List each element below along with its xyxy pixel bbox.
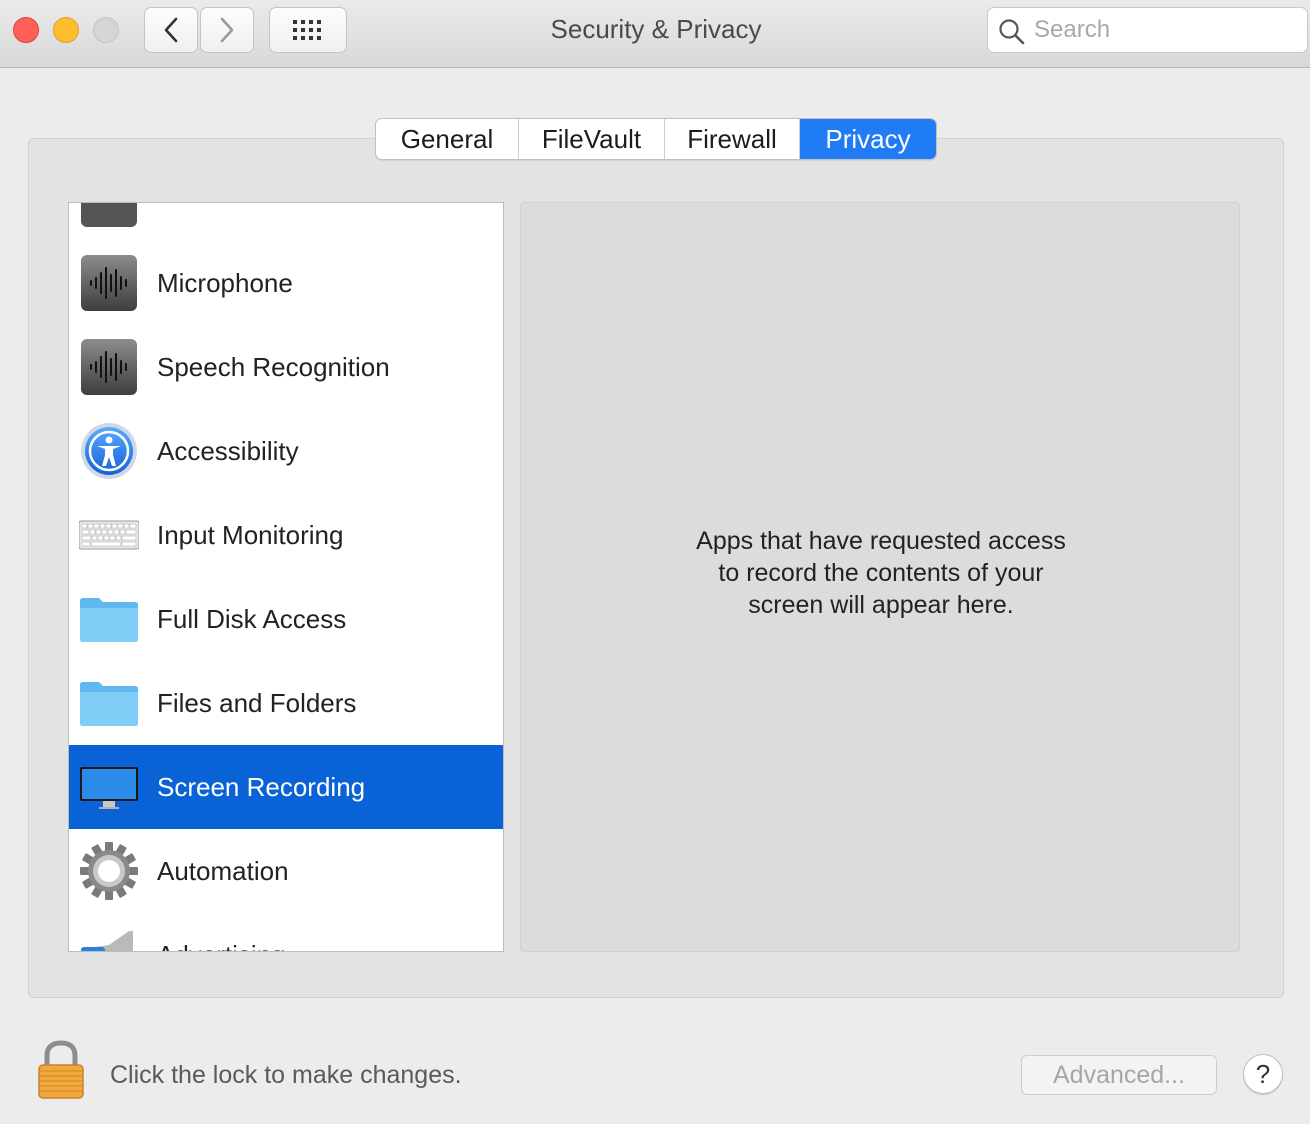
list-item-label: Accessibility (157, 436, 299, 466)
forward-button[interactable] (200, 7, 254, 53)
tab-general[interactable]: General (376, 119, 519, 159)
list-item-automation[interactable]: Automation (69, 829, 503, 913)
app-list-area: Apps that have requested access to recor… (520, 202, 1240, 952)
megaphone-icon (81, 931, 133, 951)
accessibility-icon (81, 423, 137, 479)
microphone-waveform-icon (81, 255, 137, 311)
show-all-button[interactable] (269, 7, 347, 53)
zoom-button[interactable] (93, 17, 119, 43)
keyboard-icon (79, 520, 139, 550)
help-button[interactable]: ? (1243, 1054, 1283, 1094)
close-button[interactable] (13, 17, 39, 43)
list-item-label: Microphone (157, 268, 293, 298)
tab-bar: General FileVault Firewall Privacy (375, 118, 937, 160)
list-item-microphone[interactable]: Microphone (69, 241, 503, 325)
list-item-accessibility[interactable]: Accessibility (69, 409, 503, 493)
tab-filevault[interactable]: FileVault (519, 119, 665, 159)
lock-status-text: Click the lock to make changes. (110, 1061, 462, 1089)
advanced-button[interactable]: Advanced... (1021, 1055, 1217, 1095)
list-item-full-disk-access[interactable]: Full Disk Access (69, 577, 503, 661)
folder-icon (80, 598, 138, 642)
list-item-label: Speech Recognition (157, 352, 390, 382)
search-input[interactable] (1034, 14, 1294, 46)
privacy-category-list[interactable]: Microphone Speech Recognition Accessibil… (68, 202, 504, 952)
list-item-label: Advertising (157, 913, 286, 951)
folder-icon (80, 682, 138, 726)
window-title: Security & Privacy (550, 14, 762, 44)
list-item-label: Input Monitoring (157, 520, 344, 550)
lock-icon[interactable] (36, 1040, 86, 1100)
list-item-input-monitoring[interactable]: Input Monitoring (69, 493, 503, 577)
back-button[interactable] (144, 7, 198, 53)
display-icon (80, 767, 138, 809)
list-item-label: Full Disk Access (157, 604, 347, 634)
empty-state-message: Apps that have requested access to recor… (696, 527, 1066, 619)
tab-privacy[interactable]: Privacy (800, 119, 936, 159)
gear-icon (80, 842, 138, 900)
list-item-speech-recognition[interactable]: Speech Recognition (69, 325, 503, 409)
list-item-screen-recording[interactable]: Screen Recording (69, 745, 503, 829)
partial-icon (81, 203, 137, 227)
chevron-left-icon (164, 17, 178, 43)
chevron-right-icon (220, 17, 234, 43)
list-item-files-and-folders[interactable]: Files and Folders (69, 661, 503, 745)
list-item-label: Files and Folders (157, 688, 357, 718)
speech-waveform-icon (81, 339, 137, 395)
grid-icon (293, 20, 321, 40)
list-item-advertising[interactable]: Advertising (69, 913, 503, 951)
list-item-partial[interactable] (69, 203, 503, 241)
search-icon (999, 19, 1025, 45)
tab-firewall[interactable]: Firewall (665, 119, 800, 159)
title-bar: Security & Privacy (0, 0, 1310, 68)
list-item-label: Screen Recording (157, 772, 366, 802)
list-item-label: Automation (157, 856, 289, 886)
search-field[interactable] (987, 7, 1308, 53)
minimize-button[interactable] (53, 17, 79, 43)
